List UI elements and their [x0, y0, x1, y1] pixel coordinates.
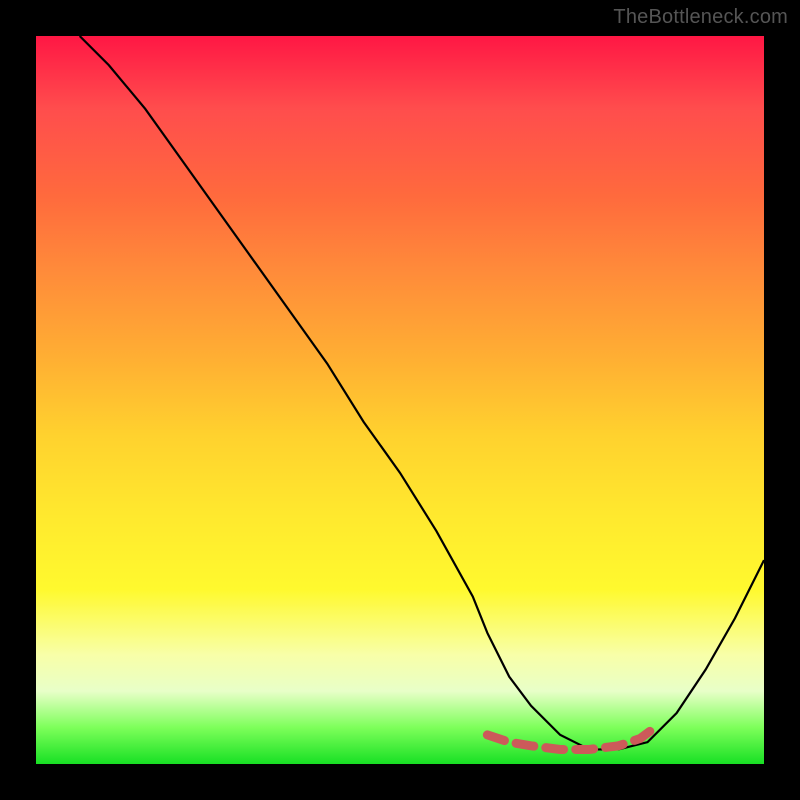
- plot-area: [36, 36, 764, 764]
- curve-layer: [36, 36, 764, 764]
- chart-container: TheBottleneck.com: [0, 0, 800, 800]
- watermark-text: TheBottleneck.com: [613, 6, 788, 29]
- main-curve: [80, 36, 764, 749]
